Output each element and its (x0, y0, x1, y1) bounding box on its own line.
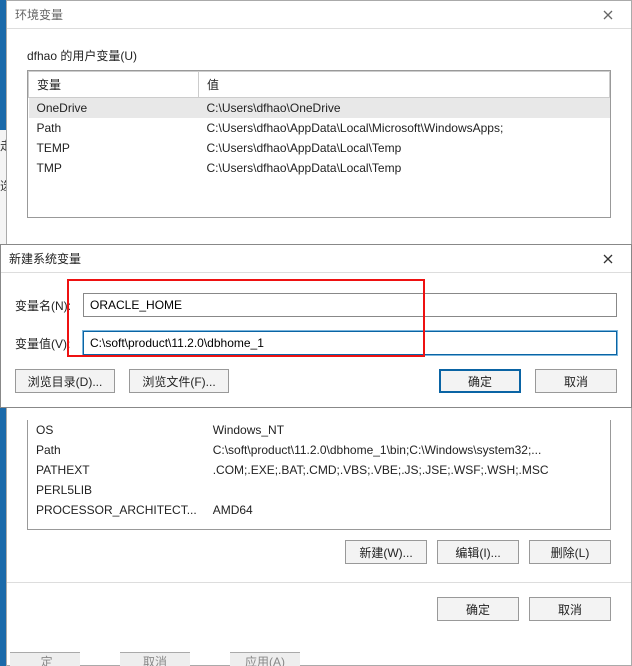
dialog-buttons: 确定 取消 (27, 597, 611, 621)
cell-variable: OneDrive (29, 98, 199, 119)
table-row[interactable]: PathC:\soft\product\11.2.0\dbhome_1\bin;… (28, 440, 610, 460)
variable-name-input[interactable] (83, 293, 617, 317)
table-row[interactable]: OneDriveC:\Users\dfhao\OneDrive (29, 98, 610, 119)
titlebar: 新建系统变量 (1, 245, 631, 273)
cell-variable: Path (29, 118, 199, 138)
system-vars-table[interactable]: OSWindows_NTPathC:\soft\product\11.2.0\d… (27, 420, 611, 530)
table-row[interactable]: PATHEXT.COM;.EXE;.BAT;.CMD;.VBS;.VBE;.JS… (28, 460, 610, 480)
cell-variable: Path (28, 440, 205, 460)
cell-value: C:\Users\dfhao\OneDrive (199, 98, 610, 119)
table-row[interactable]: TMPC:\Users\dfhao\AppData\Local\Temp (29, 158, 610, 178)
table-row[interactable]: PathC:\Users\dfhao\AppData\Local\Microso… (29, 118, 610, 138)
cell-variable: PERL5LIB (28, 480, 205, 500)
column-header-variable[interactable]: 变量 (29, 72, 199, 98)
variable-name-label: 变量名(N): (15, 297, 83, 314)
cell-value: AMD64 (205, 500, 610, 520)
new-system-variable-dialog: 新建系统变量 变量名(N): 变量值(V): 浏览目录(D)... 浏览文件(F… (0, 244, 632, 408)
ok-button[interactable]: 确定 (439, 369, 521, 393)
partial-button: 取消 (120, 652, 190, 666)
delete-button[interactable]: 删除(L) (529, 540, 611, 564)
background-buttons-partial: 定 取消 应用(A) (10, 652, 300, 666)
table-row[interactable]: PROCESSOR_ARCHITECT...AMD64 (28, 500, 610, 520)
cell-value: .COM;.EXE;.BAT;.CMD;.VBS;.VBE;.JS;.JSE;.… (205, 460, 610, 480)
cancel-button[interactable]: 取消 (529, 597, 611, 621)
ok-button[interactable]: 确定 (437, 597, 519, 621)
cell-variable: PROCESSOR_ARCHITECT... (28, 500, 205, 520)
dialog-title: 新建系统变量 (9, 250, 81, 267)
window-title: 环境变量 (15, 6, 63, 23)
variable-value-label: 变量值(V): (15, 335, 83, 352)
partial-button: 定 (10, 652, 80, 666)
user-vars-table[interactable]: 变量 值 OneDriveC:\Users\dfhao\OneDrivePath… (27, 70, 611, 218)
browse-file-button[interactable]: 浏览文件(F)... (129, 369, 229, 393)
user-vars-label: dfhao 的用户变量(U) (27, 47, 631, 64)
cell-value: C:\Users\dfhao\AppData\Local\Temp (199, 138, 610, 158)
edit-button[interactable]: 编辑(I)... (437, 540, 519, 564)
table-row[interactable]: OSWindows_NT (28, 420, 610, 440)
titlebar: 环境变量 (7, 1, 631, 29)
cell-variable: OS (28, 420, 205, 440)
cell-value: C:\Users\dfhao\AppData\Local\Temp (199, 158, 610, 178)
cell-value (205, 480, 610, 500)
variable-value-input[interactable] (83, 331, 617, 355)
partial-button: 应用(A) (230, 652, 300, 666)
close-icon[interactable] (593, 249, 623, 269)
cell-variable: PATHEXT (28, 460, 205, 480)
new-button[interactable]: 新建(W)... (345, 540, 427, 564)
table-row[interactable]: PERL5LIB (28, 480, 610, 500)
table-row[interactable]: TEMPC:\Users\dfhao\AppData\Local\Temp (29, 138, 610, 158)
cell-variable: TEMP (29, 138, 199, 158)
cancel-button[interactable]: 取消 (535, 369, 617, 393)
cell-value: C:\soft\product\11.2.0\dbhome_1\bin;C:\W… (205, 440, 610, 460)
cell-variable: TMP (29, 158, 199, 178)
close-icon[interactable] (593, 5, 623, 25)
column-header-value[interactable]: 值 (199, 72, 610, 98)
browse-directory-button[interactable]: 浏览目录(D)... (15, 369, 115, 393)
system-vars-buttons: 新建(W)... 编辑(I)... 删除(L) (27, 540, 611, 564)
cell-value: Windows_NT (205, 420, 610, 440)
cell-value: C:\Users\dfhao\AppData\Local\Microsoft\W… (199, 118, 610, 138)
